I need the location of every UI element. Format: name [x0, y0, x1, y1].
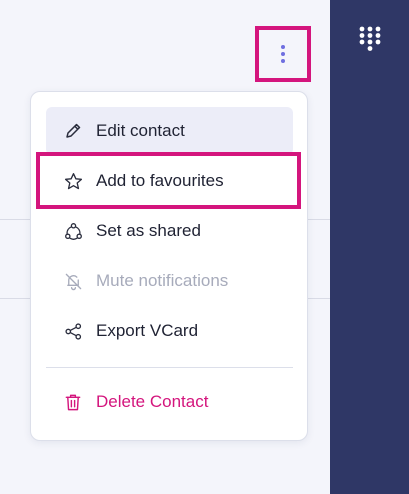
- menu-divider: [46, 367, 293, 368]
- dialpad-icon[interactable]: [359, 26, 381, 54]
- menu-item-mute-notifications: Mute notifications: [46, 257, 293, 305]
- star-icon: [63, 171, 83, 191]
- bell-off-icon: [63, 271, 83, 291]
- trash-icon: [63, 392, 83, 412]
- right-sidebar: [330, 0, 409, 494]
- menu-item-add-to-favourites[interactable]: Add to favourites: [46, 157, 293, 205]
- vertical-dots-icon: [281, 45, 285, 63]
- share-triangle-icon: [63, 221, 83, 241]
- menu-item-label: Add to favourites: [96, 171, 224, 190]
- menu-item-edit-contact[interactable]: Edit contact: [46, 107, 293, 155]
- contact-options-menu: Edit contact Add to favourites Set as sh…: [30, 91, 308, 441]
- menu-item-label: Mute notifications: [96, 271, 229, 290]
- menu-item-export-vcard[interactable]: Export VCard: [46, 307, 293, 355]
- menu-item-delete-contact[interactable]: Delete Contact: [46, 378, 293, 426]
- menu-item-label: Set as shared: [96, 221, 201, 240]
- menu-item-set-as-shared[interactable]: Set as shared: [46, 207, 293, 255]
- pencil-icon: [63, 121, 83, 141]
- share-nodes-icon: [63, 321, 83, 341]
- menu-item-label: Export VCard: [96, 321, 199, 340]
- menu-item-label: Edit contact: [96, 121, 185, 140]
- more-options-button[interactable]: [255, 26, 311, 82]
- menu-item-label: Delete Contact: [96, 392, 209, 411]
